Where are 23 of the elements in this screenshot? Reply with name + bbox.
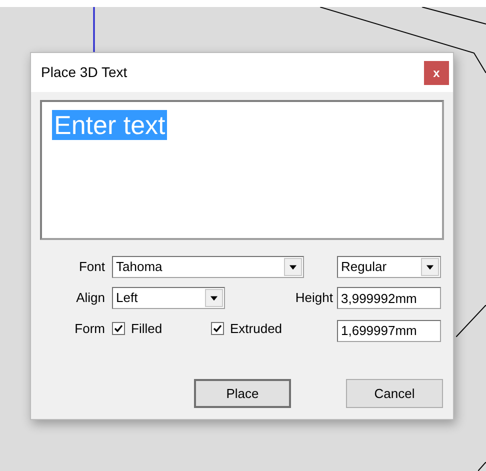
axis-line: [93, 7, 95, 52]
edge-line: [478, 462, 486, 471]
check-icon: [114, 324, 123, 334]
depth-field[interactable]: 1,699997mm: [337, 320, 441, 342]
window-title: Place 3D Text: [41, 63, 128, 82]
style-dropdown[interactable]: Regular: [337, 256, 441, 278]
edge-line: [456, 305, 486, 337]
check-icon: [213, 324, 222, 334]
checkbox[interactable]: [211, 322, 224, 336]
dialog-button[interactable]: Place: [194, 379, 291, 408]
align-dropdown[interactable]: Left: [112, 287, 225, 309]
input-text: Enter text: [52, 110, 168, 140]
checkbox-label: Filled: [131, 320, 162, 338]
font-dropdown[interactable]: Tahoma: [112, 256, 304, 278]
font-label: Font: [78, 258, 105, 276]
align-label: Align: [75, 289, 105, 308]
form-label: Form: [74, 320, 105, 338]
height-label: Height: [294, 289, 333, 308]
height-field[interactable]: 3,999992mm: [337, 287, 441, 309]
close-button[interactable]: x: [424, 60, 449, 84]
checkbox-label: Extruded: [230, 320, 282, 338]
dialog-button[interactable]: Cancel: [346, 379, 443, 408]
checkbox[interactable]: [112, 322, 125, 336]
